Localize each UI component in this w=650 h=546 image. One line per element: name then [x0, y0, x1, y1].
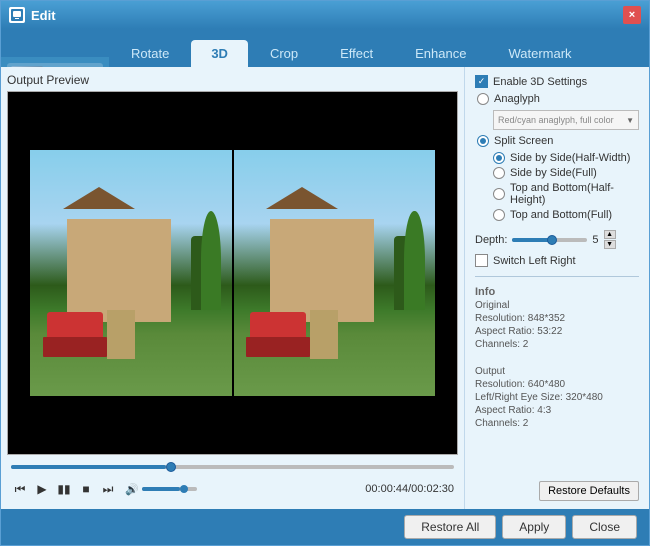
spacer-2	[475, 434, 639, 476]
tab-effect[interactable]: Effect	[320, 40, 393, 67]
volume-fill	[142, 487, 181, 491]
split-options: Side by Side(Half-Width) Side by Side(Fu…	[491, 152, 639, 221]
split-screen-label: Split Screen	[494, 135, 553, 147]
main-content: Output Preview	[1, 67, 649, 509]
info-section: Info Original Resolution: 848*352 Aspect…	[475, 286, 639, 350]
tab-3d[interactable]: 3D	[191, 40, 248, 67]
output-info-section: Output Resolution: 640*480 Left/Right Ey…	[475, 366, 639, 429]
info-orig-channels: Channels: 2	[475, 339, 639, 350]
anaglyph-dropdown-value: Red/cyan anaglyph, full color	[498, 115, 614, 125]
switch-lr-label: Switch Left Right	[493, 255, 576, 267]
info-output-label: Output	[475, 366, 639, 377]
depth-thumb[interactable]	[547, 235, 557, 245]
volume-icon: 🔊	[125, 483, 139, 496]
tab-watermark[interactable]: Watermark	[488, 40, 591, 67]
option-top-full-radio[interactable]	[493, 209, 505, 221]
pause-button[interactable]: ▮▮	[55, 480, 73, 498]
spin-up-button[interactable]: ▲	[604, 230, 616, 239]
switch-lr-checkbox[interactable]	[475, 254, 488, 267]
bottom-bar: Restore All Apply Close	[1, 509, 649, 545]
skip-back-button[interactable]: ⏮	[11, 480, 29, 498]
option-side-half-row: Side by Side(Half-Width)	[493, 152, 639, 164]
option-side-full-row: Side by Side(Full)	[493, 167, 639, 179]
info-out-resolution: Resolution: 640*480	[475, 379, 639, 390]
video-frame	[8, 92, 457, 454]
anaglyph-dropdown[interactable]: Red/cyan anaglyph, full color ▼	[493, 110, 639, 130]
tab-enhance[interactable]: Enhance	[395, 40, 486, 67]
switch-lr-row: Switch Left Right	[475, 254, 639, 267]
info-original-label: Original	[475, 300, 639, 311]
depth-value: 5	[592, 234, 598, 246]
app-icon	[9, 7, 25, 23]
close-button[interactable]: Close	[572, 515, 637, 539]
edit-window: Edit × Meek Mill Ft. ... arthurandthei..…	[0, 0, 650, 546]
depth-spinner[interactable]: ▲ ▼	[604, 230, 616, 249]
controls-bar: ⏮ ▶ ▮▮ ■ ⏭ 🔊 00:00:44/00:02:30	[7, 475, 458, 503]
spacer	[475, 355, 639, 361]
info-header: Info	[475, 286, 639, 298]
right-panel: ✓ Enable 3D Settings Anaglyph Red/cyan a…	[464, 67, 649, 509]
enable-3d-label: Enable 3D Settings	[493, 76, 587, 88]
info-out-channels: Channels: 2	[475, 418, 639, 429]
enable-3d-row: ✓ Enable 3D Settings	[475, 75, 639, 88]
volume-track[interactable]	[142, 487, 197, 491]
info-out-aspect: Aspect Ratio: 4:3	[475, 405, 639, 416]
progress-bar-area[interactable]	[7, 459, 458, 475]
anaglyph-row: Anaglyph	[477, 93, 639, 105]
anaglyph-label: Anaglyph	[494, 93, 540, 105]
split-screen-row: Split Screen	[477, 135, 639, 147]
spin-down-button[interactable]: ▼	[604, 240, 616, 249]
option-top-half-row: Top and Bottom(Half-Height)	[493, 182, 639, 206]
dropdown-arrow-icon: ▼	[626, 116, 634, 125]
play-button[interactable]: ▶	[33, 480, 51, 498]
progress-thumb[interactable]	[166, 462, 176, 472]
window-title: Edit	[31, 8, 623, 23]
apply-button[interactable]: Apply	[502, 515, 566, 539]
progress-fill	[11, 465, 166, 469]
option-side-half-label: Side by Side(Half-Width)	[510, 152, 630, 164]
option-top-half-radio[interactable]	[493, 188, 505, 200]
tab-crop[interactable]: Crop	[250, 40, 318, 67]
depth-track[interactable]	[512, 238, 587, 242]
volume-area: 🔊	[125, 483, 197, 496]
info-orig-resolution: Resolution: 848*352	[475, 313, 639, 324]
title-bar: Edit ×	[1, 1, 649, 29]
split-screen-radio[interactable]	[477, 135, 489, 147]
checkbox-check-icon: ✓	[478, 76, 486, 87]
option-top-full-label: Top and Bottom(Full)	[510, 209, 612, 221]
volume-thumb[interactable]	[180, 485, 188, 493]
preview-area	[7, 91, 458, 455]
preview-label: Output Preview	[7, 73, 458, 87]
skip-forward-button[interactable]: ⏭	[99, 480, 117, 498]
tab-rotate[interactable]: Rotate	[111, 40, 189, 67]
depth-label: Depth:	[475, 234, 507, 246]
anaglyph-radio[interactable]	[477, 93, 489, 105]
restore-defaults-button[interactable]: Restore Defaults	[539, 481, 639, 501]
close-window-button[interactable]: ×	[623, 6, 641, 24]
stop-button[interactable]: ■	[77, 480, 95, 498]
option-top-full-row: Top and Bottom(Full)	[493, 209, 639, 221]
option-side-full-radio[interactable]	[493, 167, 505, 179]
progress-track[interactable]	[11, 465, 454, 469]
info-orig-aspect: Aspect Ratio: 53:22	[475, 326, 639, 337]
anaglyph-dropdown-row: Red/cyan anaglyph, full color ▼	[493, 110, 639, 130]
depth-row: Depth: 5 ▲ ▼	[475, 230, 639, 249]
option-top-half-label: Top and Bottom(Half-Height)	[510, 182, 639, 206]
time-display: 00:00:44/00:02:30	[365, 483, 454, 495]
option-side-half-radio[interactable]	[493, 152, 505, 164]
restore-all-button[interactable]: Restore All	[404, 515, 496, 539]
depth-fill	[512, 238, 550, 242]
enable-3d-checkbox[interactable]: ✓	[475, 75, 488, 88]
option-side-full-label: Side by Side(Full)	[510, 167, 597, 179]
info-out-eye-size: Left/Right Eye Size: 320*480	[475, 392, 639, 403]
divider-1	[475, 276, 639, 277]
left-panel: Output Preview	[1, 67, 464, 509]
